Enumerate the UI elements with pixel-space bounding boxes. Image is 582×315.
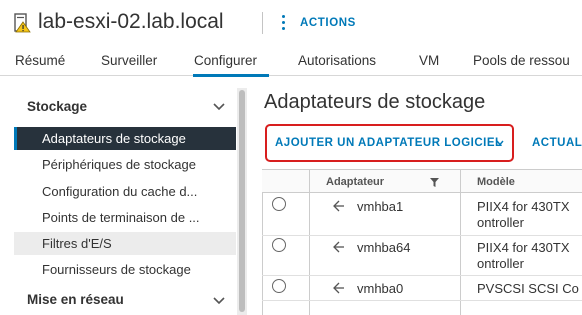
adapter-icon (333, 241, 344, 253)
vertical-ellipsis-icon[interactable] (280, 15, 286, 31)
object-header: lab-esxi-02.lab.local ACTIONS (0, 0, 582, 46)
tab-configurer[interactable]: Configurer (194, 53, 257, 68)
adapter-name: vmhba1 (357, 199, 404, 214)
tab-pools-de-ressources[interactable]: Pools de ressou (473, 53, 570, 68)
adapter-model: PIIX4 for 430TX (477, 240, 570, 255)
tab-vm[interactable]: VM (419, 53, 439, 68)
adapter-name: vmhba0 (357, 281, 404, 296)
row-divider (262, 235, 582, 236)
filter-icon[interactable] (430, 178, 439, 187)
section-title: Adaptateurs de stockage (264, 91, 486, 113)
column-divider (460, 170, 461, 315)
adapter-model: PVSCSI SCSI Co (477, 281, 579, 296)
sidebar-scrollbar-thumb[interactable] (239, 90, 245, 312)
tab-resume[interactable]: Résumé (15, 53, 65, 68)
adapter-icon (333, 200, 344, 212)
column-header-adaptateur[interactable]: Adaptateur (326, 176, 384, 188)
host-warning-icon (14, 13, 31, 33)
sidebar-item-fournisseurs-de-stockage[interactable]: Fournisseurs de stockage (14, 258, 236, 281)
row-divider (262, 275, 582, 276)
tab-autorisations[interactable]: Autorisations (298, 53, 376, 68)
sidebar-section-mise-en-reseau[interactable]: Mise en réseau (27, 292, 124, 307)
sidebar-item-points-de-terminaison[interactable]: Points de terminaison de ... (14, 206, 236, 229)
add-software-adapter-button[interactable]: AJOUTER UN ADAPTATEUR LOGICIEL (275, 137, 503, 149)
column-divider (309, 170, 310, 315)
table-header (262, 170, 582, 193)
row-select-radio[interactable] (272, 197, 286, 211)
sidebar-section-stockage[interactable]: Stockage (27, 99, 87, 114)
adapter-name: vmhba64 (357, 240, 411, 255)
column-header-modele[interactable]: Modèle (477, 176, 515, 188)
sidebar-item-filtres-es[interactable]: Filtres d'E/S (14, 232, 236, 255)
adapter-icon (333, 282, 344, 294)
adapter-model-continued: ontroller (477, 215, 524, 230)
active-tab-indicator (193, 74, 269, 77)
sidebar-item-adaptateurs-de-stockage[interactable]: Adaptateurs de stockage (14, 127, 236, 150)
chevron-down-icon[interactable] (496, 140, 504, 146)
refresh-button[interactable]: ACTUALI (532, 137, 582, 149)
sidebar-item-configuration-du-cache[interactable]: Configuration du cache d... (14, 180, 236, 203)
tab-surveiller[interactable]: Surveiller (101, 53, 157, 68)
page-title: lab-esxi-02.lab.local (38, 10, 224, 33)
chevron-down-icon[interactable] (213, 103, 225, 111)
adapter-model: PIIX4 for 430TX (477, 199, 570, 214)
tab-bar: Résumé Surveiller Configurer Autorisatio… (0, 46, 582, 77)
row-select-radio[interactable] (272, 279, 286, 293)
header-divider (262, 12, 263, 34)
sidebar-item-peripheriques-de-stockage[interactable]: Périphériques de stockage (14, 153, 236, 176)
chevron-down-icon[interactable] (213, 297, 225, 305)
adapter-model-continued: ontroller (477, 256, 524, 271)
actions-menu-button[interactable]: ACTIONS (300, 17, 356, 29)
row-select-radio[interactable] (272, 238, 286, 252)
row-divider (262, 300, 582, 301)
